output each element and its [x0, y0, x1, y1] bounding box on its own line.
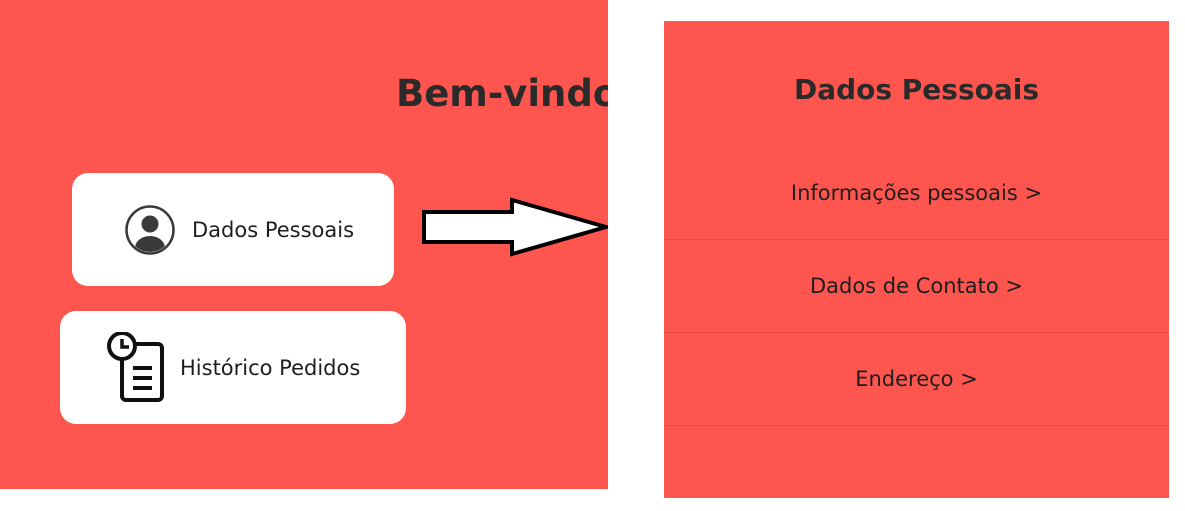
- page-title: Dados Pessoais: [793, 73, 1040, 106]
- order-history-label: Histórico Pedidos: [180, 355, 361, 380]
- personal-data-screen: Dados Pessoais Informações pessoais > Da…: [664, 21, 1169, 498]
- menu-item-personal-info[interactable]: Informações pessoais >: [664, 147, 1169, 240]
- welcome-heading: Bem-vindo(: [396, 72, 608, 115]
- menu-item-address[interactable]: Endereço >: [664, 333, 1169, 426]
- clock-clipboard-icon: [106, 331, 168, 404]
- user-circle-icon: [124, 204, 176, 256]
- personal-data-menu: Informações pessoais > Dados de Contato …: [664, 147, 1169, 426]
- arrow-right-icon: [422, 197, 608, 257]
- personal-data-card[interactable]: Dados Pessoais: [72, 173, 394, 286]
- menu-item-contact[interactable]: Dados de Contato >: [664, 240, 1169, 333]
- home-screen: Bem-vindo( Dados Pessoais: [0, 0, 608, 489]
- order-history-card[interactable]: Histórico Pedidos: [60, 311, 406, 424]
- personal-data-label: Dados Pessoais: [192, 217, 355, 242]
